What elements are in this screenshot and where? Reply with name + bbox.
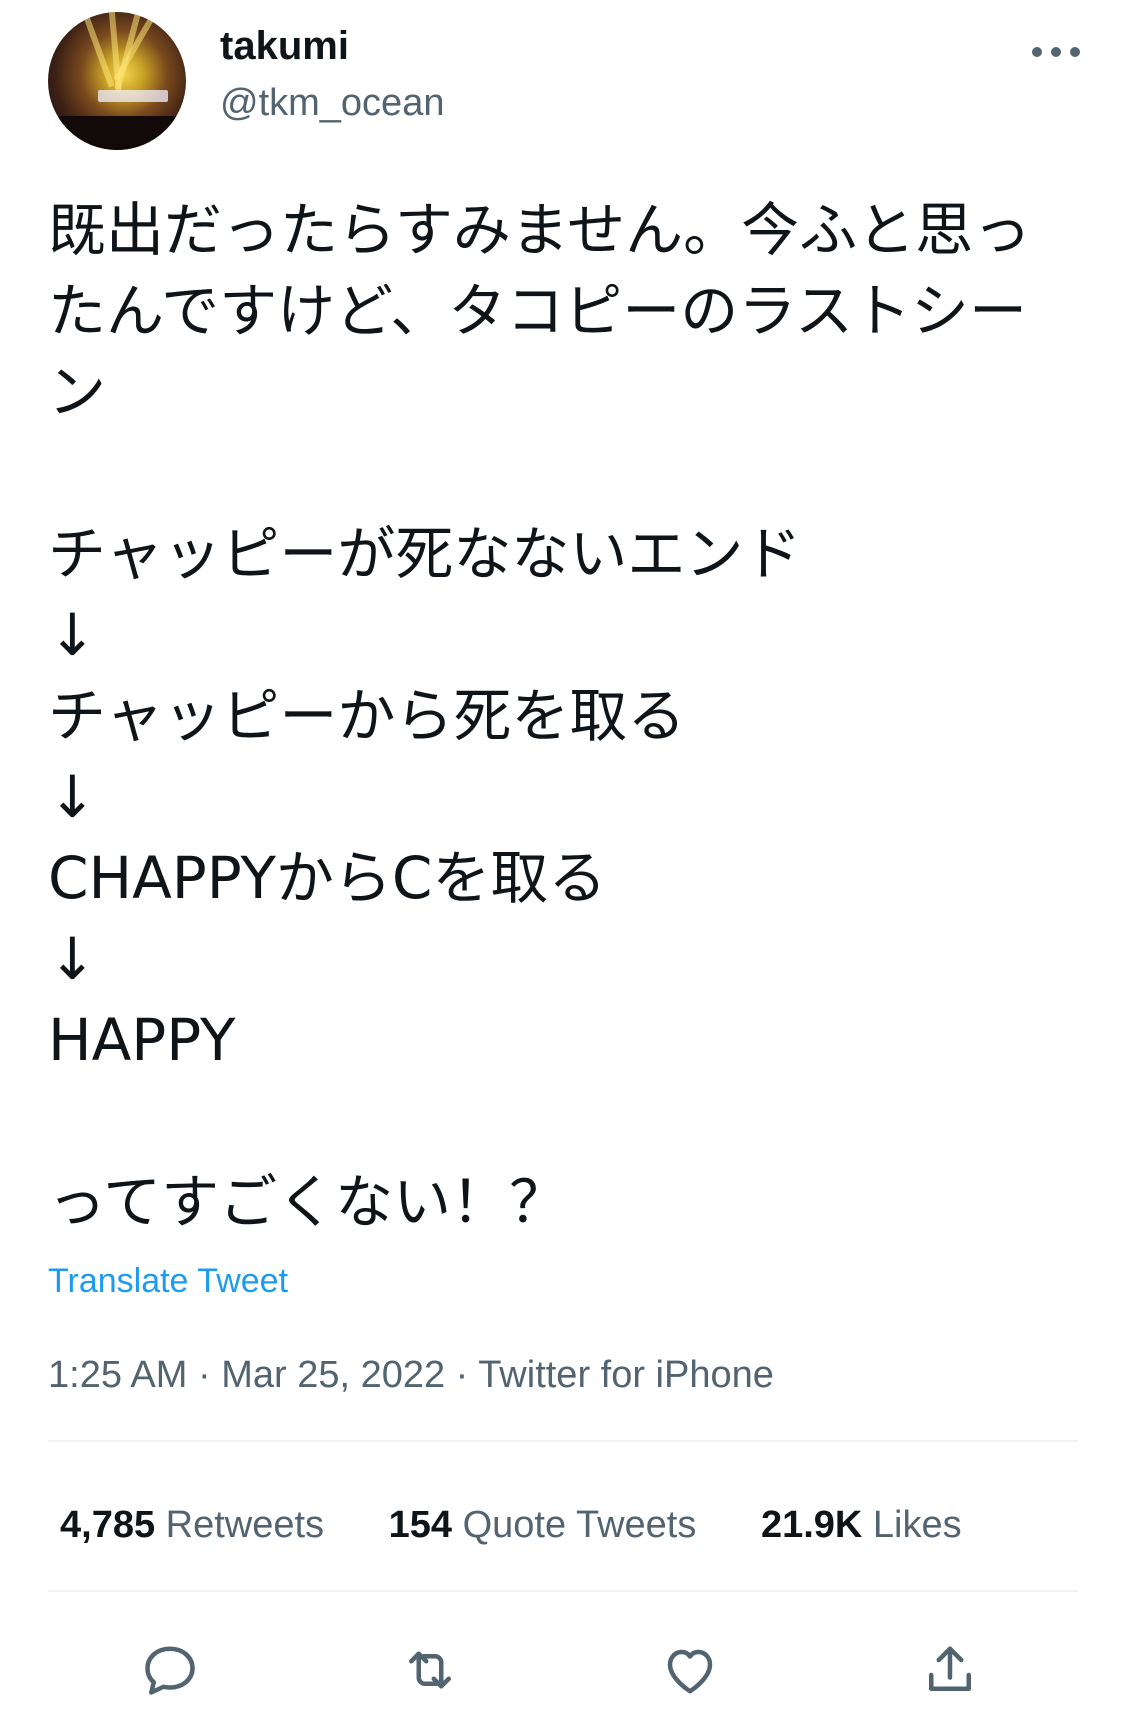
tweet-header: takumi @tkm_ocean (48, 12, 1080, 152)
likes-stat[interactable]: 21.9K Likes (761, 1506, 962, 1544)
tweet-stats: 4,785 Retweets 154 Quote Tweets 21.9K Li… (60, 1506, 1016, 1544)
quote-tweets-stat[interactable]: 154 Quote Tweets (389, 1506, 697, 1544)
tweet-text: 既出だったらすみません。今ふと思ったんですけど、タコピーのラストシーン チャッピ… (48, 196, 1032, 1236)
display-name[interactable]: takumi (220, 26, 349, 66)
tweet-actions (140, 1640, 1000, 1704)
quote-tweets-count: 154 (388, 1504, 453, 1546)
divider (48, 1440, 1078, 1442)
retweets-stat[interactable]: 4,785 Retweets (60, 1506, 324, 1544)
tweet-timestamp[interactable]: 1:25 AM · Mar 25, 2022 · Twitter for iPh… (48, 1356, 774, 1394)
avatar[interactable] (48, 12, 186, 150)
divider (48, 1590, 1078, 1592)
heart-icon[interactable] (660, 1640, 720, 1700)
retweets-count: 4,785 (60, 1504, 156, 1546)
translate-tweet-link[interactable]: Translate Tweet (48, 1264, 288, 1298)
retweets-label: Retweets (165, 1504, 325, 1546)
quote-tweets-label: Quote Tweets (462, 1504, 697, 1546)
likes-count: 21.9K (760, 1504, 863, 1546)
more-options-icon[interactable] (1032, 42, 1080, 62)
reply-icon[interactable] (140, 1640, 200, 1700)
retweet-icon[interactable] (400, 1640, 460, 1700)
likes-label: Likes (872, 1504, 962, 1546)
user-handle[interactable]: @tkm_ocean (220, 84, 444, 122)
share-icon[interactable] (920, 1640, 980, 1700)
